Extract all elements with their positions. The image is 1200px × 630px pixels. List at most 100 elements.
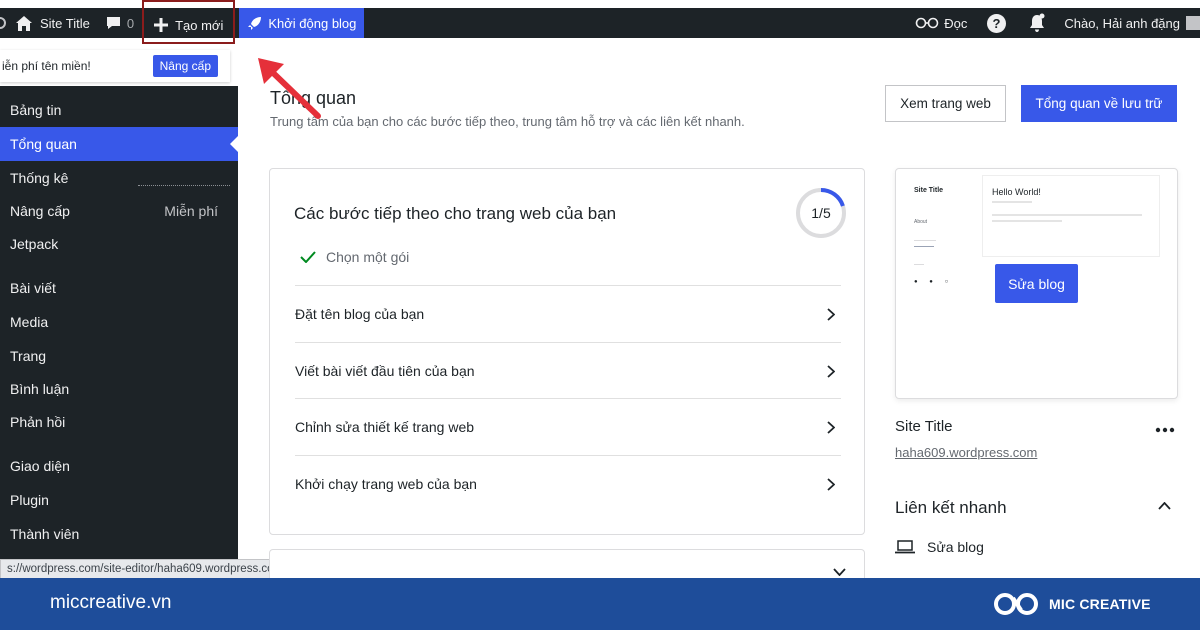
view-site-button[interactable]: Xem trang web [885,85,1006,122]
sidebar-item-label: Jetpack [10,236,59,252]
preview-line [914,240,936,241]
notifications-button[interactable] [1018,8,1056,38]
page-description: Trung tâm của bạn cho các bước tiếp theo… [270,114,745,129]
sidebar-item-jetpack[interactable]: Jetpack [0,227,238,261]
task-launch-site[interactable]: Khởi chạy trang web của bạn [295,455,841,512]
sidebar-item-label: Nâng cấp [10,203,70,219]
sidebar-item-label: Giao diện [10,458,70,474]
preview-line [914,264,924,265]
domain-upsell-banner: iễn phí tên miền! Nâng cấp [0,50,230,82]
completed-task: Chọn một gói [300,249,409,265]
reader-label: Đọc [944,15,968,31]
footer-brand-name: MIC CREATIVE [1049,596,1151,612]
sidebar-item-label: Phản hồi [10,414,66,430]
reader-link[interactable]: Đọc [907,8,975,38]
sidebar-item-label: Media [10,314,49,330]
laptop-icon [895,540,915,554]
admin-bar: Site Title 0 Tạo mới Khởi động blog Đọc … [0,0,1200,44]
help-button[interactable]: ? [975,8,1018,38]
chevron-right-icon [827,307,835,321]
chevron-right-icon [827,364,835,378]
progress-text: 1/5 [811,205,831,221]
help-icon: ? [987,13,1007,33]
greeting-text: Chào, Hải anh đặng [1064,15,1180,31]
preview-line [992,201,1032,203]
sidebar-item-label: Tổng quan [10,136,77,152]
chevron-up-icon[interactable] [1158,502,1171,510]
site-title-text: Site Title [40,15,90,31]
wordpress-logo-icon[interactable] [0,8,8,38]
new-content-menu[interactable]: Tạo mới [142,0,236,44]
sidebar-item-overview[interactable]: Tổng quan [0,127,238,161]
preview-line [992,214,1142,216]
avatar [1186,16,1200,30]
task-first-post[interactable]: Viết bài viết đầu tiên của bạn [295,342,841,399]
sidebar-item-label: Bình luận [10,381,70,397]
edit-blog-button[interactable]: Sửa blog [995,264,1078,303]
plus-icon [154,18,169,32]
task-label: Khởi chạy trang web của bạn [295,476,477,492]
footer-banner: miccreative.vn MIC CREATIVE [0,578,1200,630]
next-steps-title: Các bước tiếp theo cho trang web của bạn [294,204,617,223]
chevron-right-icon [827,420,835,434]
launch-blog-button[interactable]: Khởi động blog [239,8,365,38]
sidebar-item-label: Plugin [10,492,49,508]
sidebar-item-plugins[interactable]: Plugin [0,483,238,517]
footer-website: miccreative.vn [50,592,172,613]
glasses-icon [915,17,939,29]
preview-post-title: Hello World! [992,187,1041,197]
sidebar-item-label: Trang [10,348,47,364]
task-label: Đặt tên blog của bạn [295,306,425,322]
annotation-arrow-icon [258,58,321,119]
task-name-blog[interactable]: Đặt tên blog của bạn [295,285,841,342]
sidebar: Bảng tin Tổng quan Thống kê Nâng cấp Miễn… [0,86,238,560]
quick-links-title: Liên kết nhanh [895,498,1007,517]
comments-link[interactable]: 0 [98,8,142,38]
preview-line [914,246,934,247]
upsell-text: iễn phí tên miền! [2,59,91,73]
sidebar-item-dashboard[interactable]: Bảng tin [0,93,238,127]
hosting-overview-button[interactable]: Tổng quan về lưu trữ [1021,85,1177,122]
launch-blog-label: Khởi động blog [268,15,357,31]
sidebar-item-comments[interactable]: Bình luận [0,372,238,406]
chevron-down-icon [833,568,846,576]
site-preview[interactable]: Site Title About Hello World! ● ● ○ Sửa … [895,168,1178,399]
sidebar-item-posts[interactable]: Bài viết [0,271,238,305]
brand-logo: MIC CREATIVE [993,590,1151,618]
upsell-upgrade-button[interactable]: Nâng cấp [152,55,218,77]
sidebar-item-feedback[interactable]: Phản hồi [0,405,238,439]
preview-about: About [914,219,928,225]
sidebar-item-label: Thống kê [10,170,69,186]
site-url-link[interactable]: haha609.wordpress.com [895,445,1037,460]
task-label: Viết bài viết đầu tiên của bạn [295,363,475,379]
more-options-icon[interactable] [1155,427,1175,433]
sidebar-item-pages[interactable]: Trang [0,339,238,373]
sidebar-item-stats[interactable]: Thống kê [0,161,238,195]
sidebar-item-appearance[interactable]: Giao diện [0,449,238,483]
completed-task-label: Chọn một gói [326,249,410,265]
sidebar-item-users[interactable]: Thành viên [0,517,238,551]
site-title-link[interactable]: Site Title [8,8,98,38]
checkmark-icon [300,251,316,263]
chevron-right-icon [827,477,835,491]
sidebar-item-label: Thành viên [10,526,80,542]
svg-text:?: ? [993,16,1001,31]
quick-link-edit-blog[interactable]: Sửa blog [895,539,984,555]
sidebar-item-upgrades[interactable]: Nâng cấp Miễn phí [0,194,238,228]
task-edit-design[interactable]: Chỉnh sửa thiết kế trang web [295,398,841,455]
plan-badge: Miễn phí [164,203,218,219]
site-name: Site Title [895,418,953,435]
task-label: Chỉnh sửa thiết kế trang web [295,419,475,435]
sidebar-item-label: Bảng tin [10,102,62,118]
preview-line [992,220,1062,222]
account-menu[interactable]: Chào, Hải anh đặng [1056,8,1200,38]
sidebar-item-label: Bài viết [10,280,56,296]
comment-icon [106,17,120,29]
bell-icon [1030,13,1045,32]
preview-site-title: Site Title [914,187,944,194]
next-steps-card: Các bước tiếp theo cho trang web của bạn… [269,168,865,535]
comments-count: 0 [126,15,135,31]
sidebar-item-media[interactable]: Media [0,305,238,339]
divider [138,185,230,186]
mic-logo-icon [994,593,1038,615]
